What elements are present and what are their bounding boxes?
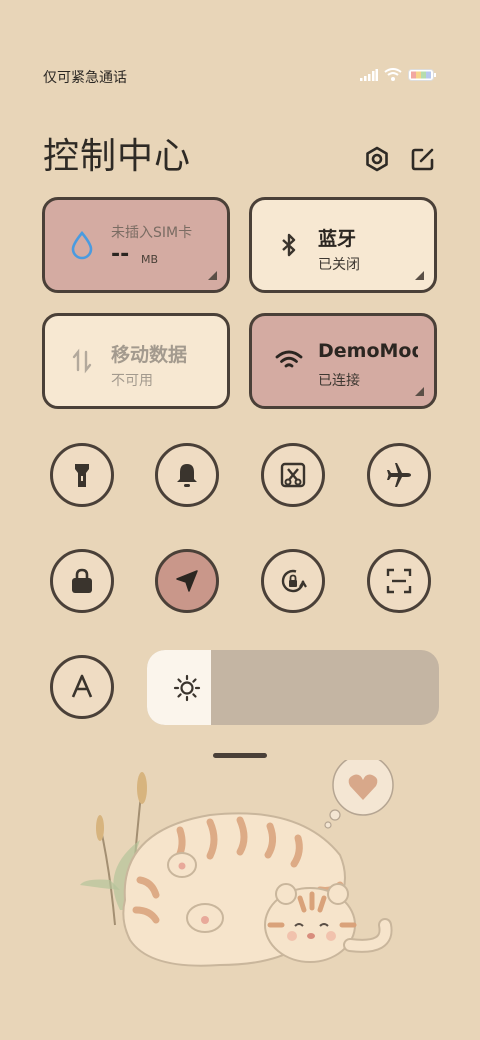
signal-icon (360, 68, 378, 81)
flashlight-toggle[interactable] (50, 443, 114, 507)
flashlight-icon (75, 464, 89, 487)
page-title: 控制中心 (43, 136, 192, 177)
airplane-mode-toggle[interactable] (367, 443, 431, 507)
screenshot-toggle[interactable] (261, 443, 325, 507)
mobile-data-label: 移动数据 (111, 344, 188, 366)
status-icons (360, 68, 436, 81)
bell-icon (177, 464, 197, 487)
drag-handle[interactable] (213, 753, 267, 758)
edit-button[interactable] (410, 146, 436, 172)
lock-icon (72, 568, 92, 593)
carrier-text: 仅可紧急通话 (43, 70, 127, 86)
expand-corner-icon (208, 271, 217, 280)
battery-icon (408, 68, 436, 81)
location-toggle[interactable] (155, 549, 219, 613)
sun-icon (173, 674, 201, 702)
expand-corner-icon (415, 387, 424, 396)
scan-icon (386, 568, 412, 594)
water-drop-icon (71, 230, 93, 260)
data-usage-unit: MB (141, 253, 159, 266)
scanner-toggle[interactable] (367, 549, 431, 613)
lock-screen-toggle[interactable] (50, 549, 114, 613)
wifi-network-name: DemoMode (318, 340, 418, 362)
letter-a-icon (71, 674, 93, 698)
status-bar: 仅可紧急通话 (0, 62, 480, 90)
wifi-icon (275, 350, 303, 368)
location-arrow-icon (176, 570, 198, 592)
data-usage-value: -- (111, 242, 130, 267)
scissors-icon (280, 462, 306, 488)
airplane-icon (387, 463, 411, 487)
mobile-data-status: 不可用 (111, 373, 153, 389)
wifi-tile[interactable]: DemoMode 已连接 (249, 313, 437, 409)
data-transfer-icon (72, 348, 92, 374)
tiger-wallpaper-illustration (80, 760, 394, 967)
bluetooth-icon (282, 233, 296, 257)
wifi-icon (384, 68, 402, 81)
data-usage-tile[interactable]: 未插入SIM卡 -- MB (42, 197, 230, 293)
auto-rotate-toggle[interactable] (261, 549, 325, 613)
mobile-data-tile[interactable]: 移动数据 不可用 (42, 313, 230, 409)
expand-corner-icon (415, 271, 424, 280)
settings-button[interactable] (364, 146, 390, 172)
bluetooth-label: 蓝牙 (318, 228, 357, 250)
rotation-lock-icon (281, 569, 307, 593)
edit-icon (411, 148, 434, 171)
bluetooth-status: 已关闭 (318, 257, 360, 273)
ringer-toggle[interactable] (155, 443, 219, 507)
brightness-slider[interactable] (147, 650, 439, 725)
auto-brightness-toggle[interactable] (50, 655, 114, 719)
wifi-status: 已连接 (318, 373, 360, 389)
gear-icon (366, 146, 388, 172)
data-usage-label: 未插入SIM卡 (111, 225, 193, 241)
bluetooth-tile[interactable]: 蓝牙 已关闭 (249, 197, 437, 293)
